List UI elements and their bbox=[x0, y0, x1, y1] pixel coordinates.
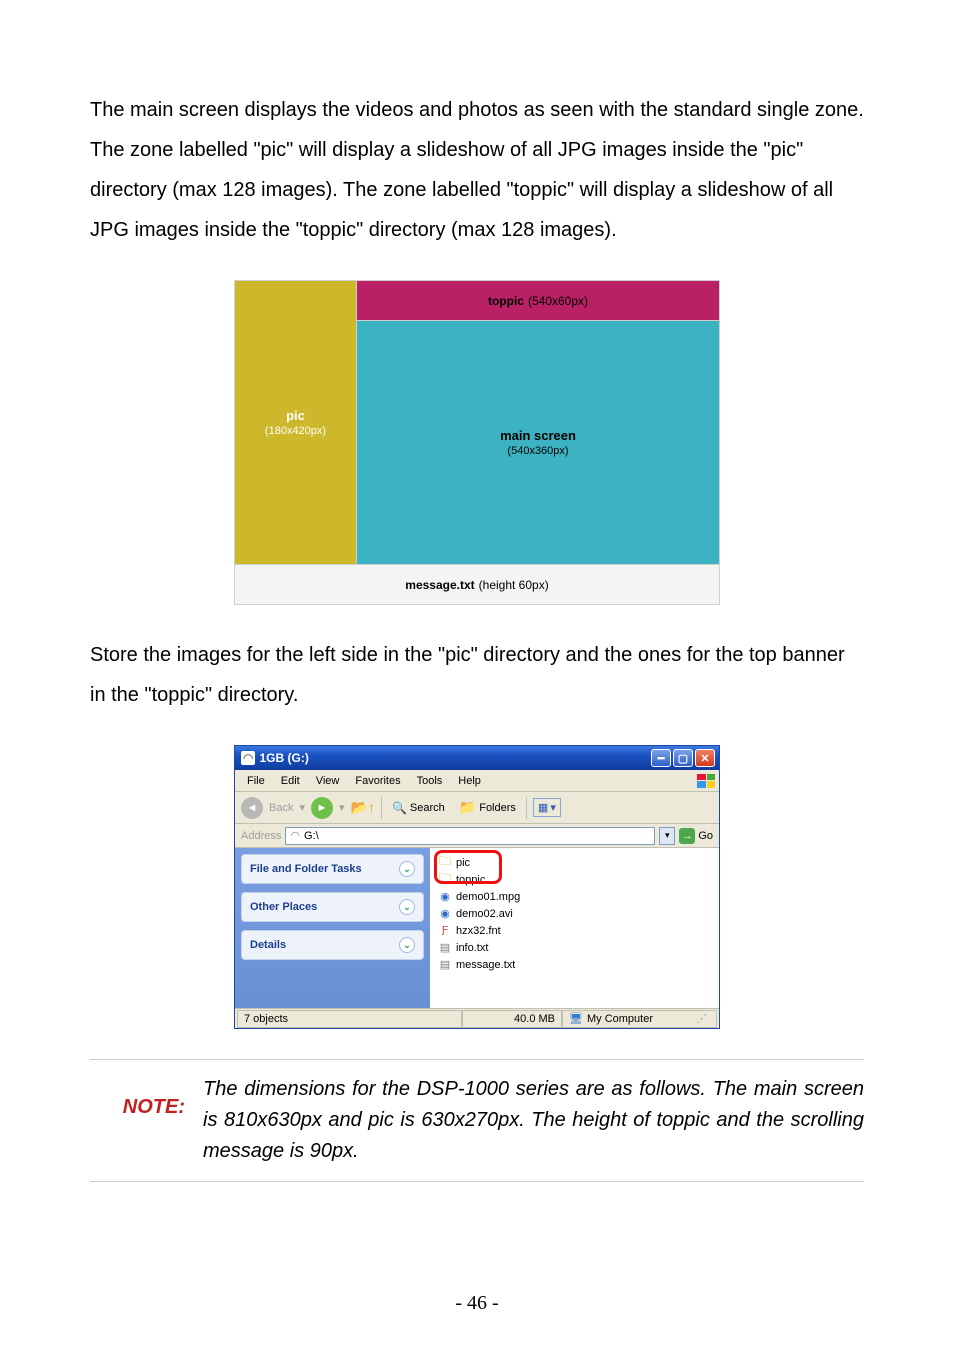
file-name: demo01.mpg bbox=[456, 891, 520, 903]
back-label: Back bbox=[269, 802, 293, 814]
forward-button[interactable]: ► bbox=[311, 797, 333, 819]
store-paragraph: Store the images for the left side in th… bbox=[90, 635, 864, 715]
file-item-info[interactable]: ▤ info.txt bbox=[438, 939, 711, 956]
go-label: Go bbox=[698, 830, 713, 842]
main-zone-label: main screen bbox=[500, 428, 576, 443]
file-folder-tasks-label: File and Folder Tasks bbox=[250, 863, 362, 875]
folder-icon: 🗀 bbox=[438, 869, 452, 890]
details-label: Details bbox=[250, 939, 286, 951]
file-name: hzx32.fnt bbox=[456, 925, 501, 937]
file-item-toppic[interactable]: 🗀 toppic bbox=[438, 871, 711, 888]
video-icon: ◉ bbox=[438, 890, 452, 903]
note-text: The dimensions for the DSP-1000 series a… bbox=[203, 1074, 864, 1167]
text-icon: ▤ bbox=[438, 958, 452, 971]
windows-flag-icon bbox=[697, 774, 715, 788]
page-number: - 46 - bbox=[0, 1292, 954, 1315]
go-button[interactable]: → Go bbox=[679, 828, 713, 844]
maximize-button[interactable]: ▢ bbox=[673, 749, 693, 767]
expand-toggle-icon[interactable]: ⌄ bbox=[399, 937, 415, 953]
address-label: Address bbox=[241, 830, 281, 842]
text-icon: ▤ bbox=[438, 941, 452, 954]
menu-file[interactable]: File bbox=[239, 773, 273, 789]
pic-zone: pic (180x420px) bbox=[235, 281, 357, 564]
file-name: toppic bbox=[456, 874, 485, 886]
message-zone-dim: (height 60px) bbox=[479, 578, 549, 592]
note-box: NOTE: The dimensions for the DSP-1000 se… bbox=[90, 1059, 864, 1182]
resize-grip-icon[interactable]: ⋰ bbox=[696, 1012, 710, 1025]
status-bar: 7 objects 40.0 MB 🖥 My Computer ⋰ bbox=[235, 1008, 719, 1028]
file-folder-tasks[interactable]: File and Folder Tasks ⌄ bbox=[241, 854, 424, 884]
intro-paragraph: The main screen displays the videos and … bbox=[90, 90, 864, 250]
forward-dropdown-icon[interactable]: ▾ bbox=[339, 801, 345, 814]
menu-bar: File Edit View Favorites Tools Help bbox=[235, 770, 719, 792]
back-button[interactable]: ◄ bbox=[241, 797, 263, 819]
file-item-pic[interactable]: 🗀pic bbox=[438, 854, 711, 871]
pic-zone-dim: (180x420px) bbox=[265, 425, 326, 437]
expand-toggle-icon[interactable]: ⌄ bbox=[399, 861, 415, 877]
message-zone-label: message.txt bbox=[405, 578, 474, 592]
menu-view[interactable]: View bbox=[308, 773, 348, 789]
file-item-demo01[interactable]: ◉ demo01.mpg bbox=[438, 888, 711, 905]
file-list-pane[interactable]: 🗀pic 🗀 toppic ◉ demo01.mpg ◉ demo02.avi Ƒhz… bbox=[430, 848, 719, 1008]
file-item-message[interactable]: ▤ message.txt bbox=[438, 956, 711, 973]
menu-help[interactable]: Help bbox=[450, 773, 489, 789]
go-arrow-icon: → bbox=[679, 828, 695, 844]
details-pane[interactable]: Details ⌄ bbox=[241, 930, 424, 960]
address-input[interactable]: ◠ G:\ bbox=[285, 827, 655, 845]
menu-edit[interactable]: Edit bbox=[273, 773, 308, 789]
other-places-label: Other Places bbox=[250, 901, 317, 913]
tasks-pane: File and Folder Tasks ⌄ Other Places ⌄ D… bbox=[235, 848, 430, 1008]
status-size: 40.0 MB bbox=[462, 1010, 562, 1028]
status-objects: 7 objects bbox=[237, 1010, 462, 1028]
toppic-zone-dim: (540x60px) bbox=[528, 294, 588, 308]
main-screen-zone: main screen (540x360px) bbox=[357, 321, 719, 564]
close-button[interactable]: ✕ bbox=[695, 749, 715, 767]
file-name: info.txt bbox=[456, 942, 488, 954]
folders-icon: 📁 bbox=[459, 799, 476, 816]
file-name: pic bbox=[456, 857, 470, 869]
minimize-button[interactable]: ━ bbox=[651, 749, 671, 767]
address-dropdown[interactable]: ▾ bbox=[659, 827, 675, 845]
pic-zone-label: pic bbox=[286, 408, 305, 423]
window-title: 1GB (G:) bbox=[259, 751, 649, 765]
toppic-zone: toppic (540x60px) bbox=[357, 281, 719, 321]
file-name: demo02.avi bbox=[456, 908, 513, 920]
toolbar: ◄ Back ▾ ► ▾ 📂↑ 🔍 Search 📁 Folders ▦▾ bbox=[235, 792, 719, 824]
toolbar-separator bbox=[526, 797, 527, 819]
menu-favorites[interactable]: Favorites bbox=[347, 773, 408, 789]
drive-icon: ◠ bbox=[241, 751, 255, 765]
message-zone: message.txt (height 60px) bbox=[235, 564, 719, 604]
video-icon: ◉ bbox=[438, 907, 452, 920]
address-drive-icon: ◠ bbox=[290, 829, 300, 842]
back-dropdown-icon[interactable]: ▾ bbox=[299, 801, 305, 814]
expand-toggle-icon[interactable]: ⌄ bbox=[399, 899, 415, 915]
main-zone-dim: (540x360px) bbox=[507, 445, 568, 457]
font-icon: Ƒ bbox=[438, 925, 452, 936]
search-label: Search bbox=[410, 802, 445, 814]
folders-label: Folders bbox=[479, 802, 516, 814]
views-button[interactable]: ▦▾ bbox=[533, 798, 561, 817]
my-computer-icon: 🖥 bbox=[569, 1012, 583, 1025]
explorer-titlebar[interactable]: ◠ 1GB (G:) ━ ▢ ✕ bbox=[235, 746, 719, 770]
menu-tools[interactable]: Tools bbox=[409, 773, 451, 789]
search-button[interactable]: 🔍 Search bbox=[388, 799, 449, 817]
file-item-font[interactable]: Ƒhzx32.fnt bbox=[438, 922, 711, 939]
note-label: NOTE: bbox=[90, 1074, 185, 1167]
other-places[interactable]: Other Places ⌄ bbox=[241, 892, 424, 922]
address-bar: Address ◠ G:\ ▾ → Go bbox=[235, 824, 719, 848]
search-icon: 🔍 bbox=[392, 801, 407, 815]
toppic-zone-label: toppic bbox=[488, 294, 524, 308]
status-location-text: My Computer bbox=[587, 1013, 653, 1025]
file-item-demo02[interactable]: ◉ demo02.avi bbox=[438, 905, 711, 922]
toolbar-separator bbox=[381, 797, 382, 819]
status-location: 🖥 My Computer ⋰ bbox=[562, 1010, 717, 1028]
up-button[interactable]: 📂↑ bbox=[351, 799, 375, 816]
file-name: message.txt bbox=[456, 959, 515, 971]
folders-button[interactable]: 📁 Folders bbox=[455, 797, 520, 818]
explorer-window: ◠ 1GB (G:) ━ ▢ ✕ File Edit View Favorite… bbox=[234, 745, 720, 1029]
address-value: G:\ bbox=[304, 830, 319, 842]
zone-layout-diagram: pic (180x420px) toppic (540x60px) main s… bbox=[234, 280, 720, 605]
views-icon: ▦ bbox=[538, 801, 548, 814]
chevron-down-icon: ▾ bbox=[550, 801, 556, 814]
